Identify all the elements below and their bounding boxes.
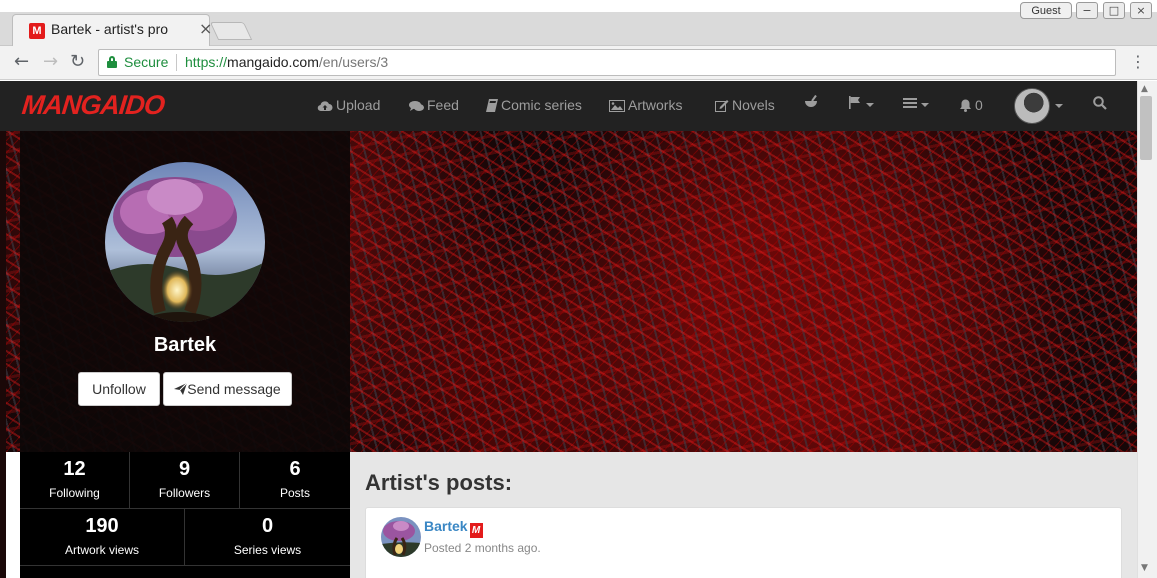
stat-posts-value: 6 — [289, 458, 301, 480]
stat-followers-label: Followers — [158, 486, 211, 500]
stat-followers-value: 9 — [178, 458, 191, 480]
post-timestamp: Posted 2 months ago. — [424, 541, 541, 555]
nav-comic-series[interactable]: Comic series — [486, 97, 582, 113]
profile-name: Bartek — [153, 334, 217, 356]
nav-mortar-button[interactable] — [804, 94, 818, 112]
scroll-down-arrow-icon[interactable]: ▼ — [1141, 563, 1148, 573]
nav-novels-label: Novels — [732, 97, 775, 113]
stat-followers[interactable]: 9 Followers — [130, 452, 240, 509]
profile-stats: 12 Following 9 Followers 6 Posts 190 Art… — [20, 452, 350, 578]
stat-artwork-views-label: Artwork views — [64, 543, 139, 557]
post-author-link[interactable]: Bartek M — [424, 518, 483, 538]
unfollow-button[interactable]: Unfollow — [78, 372, 160, 406]
nav-upload[interactable]: Upload — [317, 97, 380, 113]
stat-posts[interactable]: 6 Posts — [240, 452, 350, 509]
secure-label: Secure — [124, 54, 169, 70]
nav-novels[interactable]: Novels — [715, 97, 775, 113]
post-card: Bartek M Posted 2 months ago. — [365, 507, 1122, 578]
send-message-label: Send message — [187, 381, 281, 397]
stat-series-views: 0 Series views — [185, 509, 350, 566]
favicon-icon: M — [29, 23, 45, 39]
nav-comic-series-label: Comic series — [501, 97, 582, 113]
nav-feed-label: Feed — [427, 97, 459, 113]
stat-following[interactable]: 12 Following — [20, 452, 130, 509]
chevron-down-icon — [866, 103, 874, 107]
stat-artwork-views-value: 190 — [85, 515, 119, 537]
search-icon — [1093, 96, 1107, 110]
maximize-icon[interactable]: □ — [1103, 2, 1125, 19]
tree-artwork-icon — [381, 517, 421, 557]
stat-following-value: 12 — [63, 458, 86, 480]
send-message-button[interactable]: Send message — [163, 372, 292, 406]
nav-search[interactable] — [1093, 96, 1107, 113]
comments-icon — [409, 101, 424, 111]
stat-series-views-label: Series views — [233, 543, 302, 557]
minimize-icon[interactable]: − — [1076, 2, 1098, 19]
cloud-upload-icon — [317, 101, 333, 112]
flag-icon — [849, 96, 860, 109]
nav-notifications[interactable]: 0 — [959, 97, 983, 113]
reload-icon[interactable]: ↻ — [70, 51, 85, 72]
browser-titlebar: M Bartek - artist's pro × Guest − □ × — [0, 0, 1157, 46]
nav-menu-dropdown[interactable] — [903, 96, 929, 112]
profile-card: Bartek Unfollow Send message — [20, 131, 350, 452]
browser-menu-icon[interactable]: ⋮ — [1130, 52, 1146, 71]
stat-following-label: Following — [49, 486, 100, 500]
posts-heading: Artist's posts: — [365, 470, 513, 495]
close-window-icon[interactable]: × — [1130, 2, 1152, 19]
chevron-down-icon — [1055, 104, 1063, 108]
edit-icon — [715, 100, 729, 112]
back-icon[interactable]: ← — [14, 51, 29, 72]
user-menu-caret[interactable] — [1051, 97, 1063, 113]
main-content: Artist's posts: Bartek M Posted 2 months … — [350, 452, 1137, 578]
user-avatar-button[interactable] — [1014, 88, 1050, 124]
stat-artwork-views: 190 Artwork views — [20, 509, 185, 566]
url-text: https://mangaido.com/en/users/3 — [185, 54, 388, 70]
new-tab-button[interactable] — [209, 22, 253, 40]
tree-artwork-icon — [105, 162, 265, 322]
url-scheme: https:// — [185, 54, 228, 70]
menu-bars-icon — [903, 98, 917, 108]
browser-tab[interactable]: M Bartek - artist's pro × — [12, 14, 212, 46]
titlebar-top-strip — [0, 0, 1157, 12]
nav-artworks[interactable]: Artworks — [609, 97, 682, 113]
mangaido-badge-icon: M — [469, 523, 483, 538]
picture-icon — [609, 100, 625, 112]
guest-profile-button[interactable]: Guest — [1020, 2, 1072, 19]
scroll-up-arrow-icon[interactable]: ▲ — [1141, 84, 1148, 94]
profile-avatar — [105, 162, 265, 322]
book-icon — [486, 99, 498, 112]
nav-upload-label: Upload — [336, 97, 381, 113]
mortar-icon — [805, 94, 817, 107]
post-author-name: Bartek — [424, 518, 468, 534]
left-background-strip — [0, 131, 6, 578]
bell-icon — [960, 99, 971, 112]
site-navbar: MANGAIDO Upload Feed Comic series Artwor… — [0, 81, 1137, 131]
url-path: /en/users/3 — [318, 54, 389, 70]
nav-feed[interactable]: Feed — [409, 97, 459, 113]
url-host: mangaido.com — [227, 54, 319, 70]
browser-toolbar: ← → ↻ Secure https://mangaido.com/en/use… — [0, 46, 1157, 80]
nav-artworks-label: Artworks — [628, 97, 683, 113]
address-bar[interactable]: Secure https://mangaido.com/en/users/3 — [98, 49, 1116, 76]
stat-series-views-value: 0 — [261, 515, 274, 537]
stat-posts-label: Posts — [279, 486, 310, 500]
site-logo[interactable]: MANGAIDO — [20, 90, 165, 121]
forward-icon[interactable]: → — [43, 51, 58, 72]
post-author-avatar[interactable] — [381, 517, 421, 557]
notifications-count: 0 — [975, 97, 983, 113]
lock-icon — [107, 56, 117, 68]
tab-title: Bartek - artist's pro — [51, 21, 189, 37]
chevron-down-icon — [921, 103, 929, 107]
nav-language-dropdown[interactable] — [848, 96, 874, 112]
scrollbar-thumb[interactable] — [1140, 96, 1152, 160]
omnibox-separator — [176, 54, 177, 71]
send-icon — [174, 382, 188, 395]
